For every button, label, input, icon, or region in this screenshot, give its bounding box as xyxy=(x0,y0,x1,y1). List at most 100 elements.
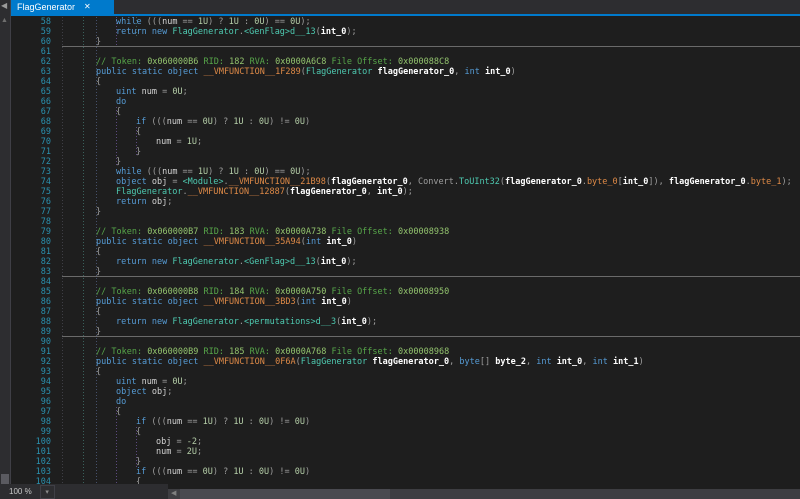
line-number: 82 xyxy=(40,257,51,267)
code-line-86[interactable]: 86 public static object __VMFUNCTION__3BD… xyxy=(10,297,800,307)
line-number: 97 xyxy=(40,407,51,417)
code-line-91[interactable]: 91// Token: 0x060000B9 RID: 185 RVA: 0x0… xyxy=(10,347,800,357)
code-line-87[interactable]: 87{ xyxy=(10,307,800,317)
line-number: 101 xyxy=(35,447,51,457)
line-number: 81 xyxy=(40,247,51,257)
code-line-85[interactable]: 85// Token: 0x060000B8 RID: 184 RVA: 0x0… xyxy=(10,287,800,297)
code-line-74[interactable]: 74 object obj = <Module>.__VMFUNCTION__21… xyxy=(10,177,800,187)
code-line-70[interactable]: 70 num = 1U; xyxy=(10,137,800,147)
line-number: 71 xyxy=(40,147,51,157)
code-line-65[interactable]: 65 uint num = 0U; xyxy=(10,87,800,97)
code-line-98[interactable]: 98 if (((num == 1U) ? 1U : 0U) != 0U) xyxy=(10,417,800,427)
close-icon[interactable]: ✕ xyxy=(84,0,91,14)
code-lines: 58 while (((num == 1U) ? 1U : 0U) == 0U);… xyxy=(10,17,800,484)
line-number: 59 xyxy=(40,27,51,37)
line-number: 76 xyxy=(40,197,51,207)
line-number: 94 xyxy=(40,377,51,387)
line-number: 89 xyxy=(40,327,51,337)
line-number: 60 xyxy=(40,37,51,47)
line-number: 102 xyxy=(35,457,51,467)
line-number: 103 xyxy=(35,467,51,477)
line-number: 77 xyxy=(40,207,51,217)
line-number: 61 xyxy=(40,47,51,57)
line-number: 85 xyxy=(40,287,51,297)
code-line-82[interactable]: 82 return new FlagGenerator.<GenFlag>d__1… xyxy=(10,257,800,267)
line-number: 84 xyxy=(40,277,51,287)
scroll-left-icon[interactable]: ◀ xyxy=(168,489,176,499)
line-number: 68 xyxy=(40,117,51,127)
chevron-left-icon[interactable]: ◀ xyxy=(1,1,7,11)
code-line-78[interactable]: 78 xyxy=(10,217,800,227)
code-line-79[interactable]: 79// Token: 0x060000B7 RID: 183 RVA: 0x0… xyxy=(10,227,800,237)
line-number: 65 xyxy=(40,87,51,97)
line-number: 62 xyxy=(40,57,51,67)
line-number: 95 xyxy=(40,387,51,397)
code-line-60[interactable]: 60} xyxy=(10,37,800,47)
line-number: 80 xyxy=(40,237,51,247)
code-line-68[interactable]: 68 if (((num == 0U) ? 1U : 0U) != 0U) xyxy=(10,117,800,127)
code-line-59[interactable]: 59 return new FlagGenerator.<GenFlag>d__1… xyxy=(10,27,800,37)
line-number: 69 xyxy=(40,127,51,137)
code-line-80[interactable]: 80 public static object __VMFUNCTION__35A… xyxy=(10,237,800,247)
code-line-93[interactable]: 93{ xyxy=(10,367,800,377)
code-line-83[interactable]: 83} xyxy=(10,267,800,277)
line-number: 58 xyxy=(40,17,51,27)
line-number: 79 xyxy=(40,227,51,237)
code-line-67[interactable]: 67{ xyxy=(10,107,800,117)
line-number: 70 xyxy=(40,137,51,147)
code-line-90[interactable]: 90 xyxy=(10,337,800,347)
code-line-66[interactable]: 66 do xyxy=(10,97,800,107)
code-line-81[interactable]: 81{ xyxy=(10,247,800,257)
line-number: 90 xyxy=(40,337,51,347)
code-line-104[interactable]: 104{ xyxy=(10,477,800,484)
tab-bar: FlagGenerator ✕ xyxy=(10,0,800,16)
chevron-down-icon[interactable]: ▾ xyxy=(39,484,55,499)
code-line-84[interactable]: 84 xyxy=(10,277,800,287)
code-line-103[interactable]: 103 if (((num == 0U) ? 1U : 0U) != 0U) xyxy=(10,467,800,477)
line-number: 88 xyxy=(40,317,51,327)
code-line-71[interactable]: 71} xyxy=(10,147,800,157)
code-line-89[interactable]: 89} xyxy=(10,327,800,337)
code-line-95[interactable]: 95 object obj; xyxy=(10,387,800,397)
code-line-76[interactable]: 76 return obj; xyxy=(10,197,800,207)
line-number: 98 xyxy=(40,417,51,427)
line-number: 91 xyxy=(40,347,51,357)
line-number: 63 xyxy=(40,67,51,77)
code-line-94[interactable]: 94 uint num = 0U; xyxy=(10,377,800,387)
code-line-64[interactable]: 64{ xyxy=(10,77,800,87)
line-number: 73 xyxy=(40,167,51,177)
code-line-62[interactable]: 62// Token: 0x060000B6 RID: 182 RVA: 0x0… xyxy=(10,57,800,67)
line-number: 92 xyxy=(40,357,51,367)
code-line-75[interactable]: 75 FlagGenerator.__VMFUNCTION__12887(flag… xyxy=(10,187,800,197)
code-line-73[interactable]: 73 while (((num == 1U) ? 1U : 0U) == 0U); xyxy=(10,167,800,177)
line-number: 99 xyxy=(40,427,51,437)
code-line-96[interactable]: 96 do xyxy=(10,397,800,407)
code-line-100[interactable]: 100 obj = -2; xyxy=(10,437,800,447)
code-line-61[interactable]: 61 xyxy=(10,47,800,57)
tab-label: FlagGenerator xyxy=(17,2,76,12)
horizontal-scrollbar[interactable]: ◀ xyxy=(168,489,800,499)
line-number: 83 xyxy=(40,267,51,277)
code-line-101[interactable]: 101 num = 2U; xyxy=(10,447,800,457)
code-line-99[interactable]: 99{ xyxy=(10,427,800,437)
code-line-69[interactable]: 69{ xyxy=(10,127,800,137)
line-number: 72 xyxy=(40,157,51,167)
code-line-58[interactable]: 58 while (((num == 1U) ? 1U : 0U) == 0U); xyxy=(10,17,800,27)
code-line-72[interactable]: 72} xyxy=(10,157,800,167)
line-number: 100 xyxy=(35,437,51,447)
code-line-63[interactable]: 63 public static object __VMFUNCTION__1F2… xyxy=(10,67,800,77)
zoom-level-value[interactable]: 100 % xyxy=(0,487,32,496)
line-number: 93 xyxy=(40,367,51,377)
line-number: 78 xyxy=(40,217,51,227)
code-line-102[interactable]: 102} xyxy=(10,457,800,467)
line-number: 86 xyxy=(40,297,51,307)
horizontal-scrollbar-thumb[interactable] xyxy=(180,489,391,499)
code-line-97[interactable]: 97{ xyxy=(10,407,800,417)
code-line-92[interactable]: 92 public static object __VMFUNCTION__0F6… xyxy=(10,357,800,367)
scroll-up-icon[interactable]: ▲ xyxy=(1,17,8,25)
code-line-77[interactable]: 77} xyxy=(10,207,800,217)
code-editor[interactable]: 58 while (((num == 1U) ? 1U : 0U) == 0U);… xyxy=(10,16,800,484)
tab-flaggenerator[interactable]: FlagGenerator ✕ xyxy=(10,0,114,14)
line-number: 74 xyxy=(40,177,51,187)
code-line-88[interactable]: 88 return new FlagGenerator.<permutations… xyxy=(10,317,800,327)
